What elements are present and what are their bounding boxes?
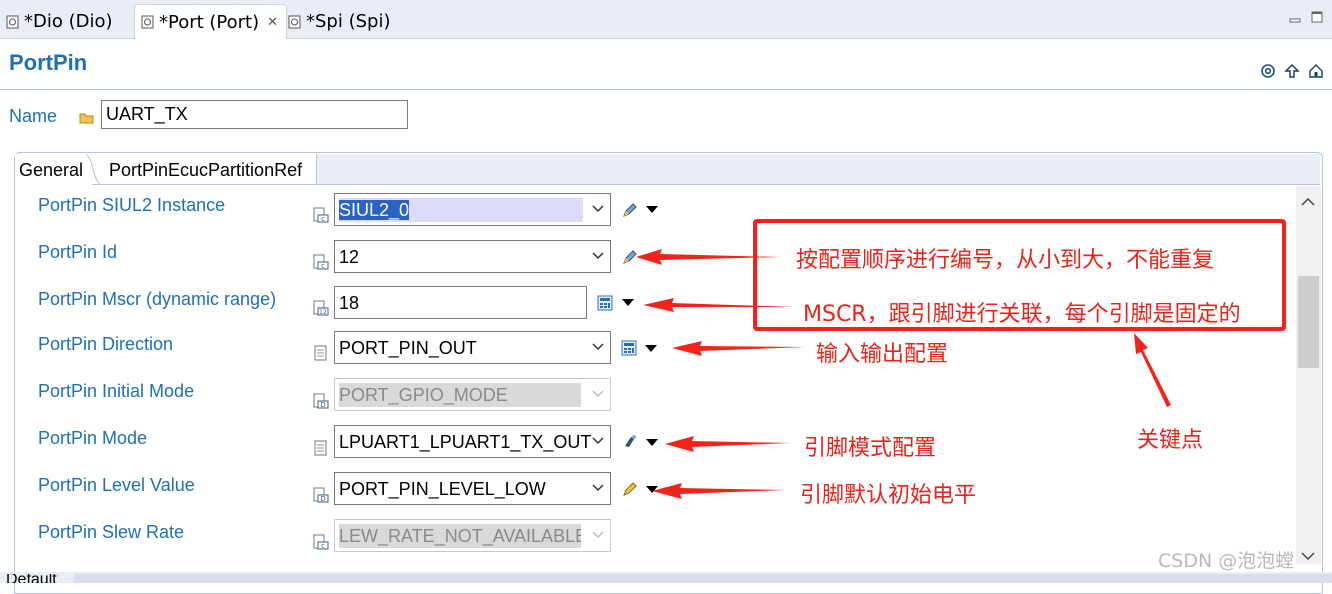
edit-pencil-icon[interactable]: [621, 201, 639, 219]
actions-dropdown-icon[interactable]: [645, 345, 657, 352]
svg-text:12: 12: [319, 309, 327, 316]
slew-rate-label: PortPin Slew Rate: [38, 522, 185, 542]
calculator-icon[interactable]: [620, 339, 638, 357]
level-value-label: PortPin Level Value: [38, 475, 195, 495]
level-value-dropdown[interactable]: PORT_PIN_LEVEL_LOW: [334, 472, 611, 505]
edit-pencil-icon[interactable]: [621, 480, 639, 498]
editor-tab-icon: [288, 15, 301, 28]
minimize-icon[interactable]: [1288, 10, 1302, 24]
actions-dropdown-icon[interactable]: [646, 486, 658, 493]
config-class-icon: c: [313, 534, 329, 550]
chevron-down-icon[interactable]: [592, 204, 604, 214]
config-number-icon: 12: [313, 300, 329, 316]
pin-id-label: PortPin Id: [38, 242, 118, 262]
annotation-direction: 输入输出配置: [816, 342, 949, 367]
editor-tab-spi[interactable]: *Spi (Spi): [282, 5, 390, 38]
direction-label: PortPin Direction: [38, 334, 174, 354]
editor-tab-icon: [141, 15, 154, 29]
actions-dropdown-icon[interactable]: [646, 206, 658, 213]
direction-dropdown[interactable]: PORT_PIN_OUT: [334, 331, 611, 364]
config-derived-icon: D: [313, 487, 329, 503]
up-arrow-icon[interactable]: [1284, 63, 1300, 79]
initial-mode-dropdown: PORT_GPIO_MODE: [334, 378, 611, 411]
home-icon[interactable]: [1308, 63, 1324, 79]
name-label: Name: [9, 106, 58, 126]
annotation-mscr: MSCR，跟引脚进行关联，每个引脚是固定的: [803, 302, 1241, 327]
mscr-field[interactable]: 18: [334, 286, 587, 319]
chevron-down-icon[interactable]: [592, 436, 604, 446]
chevron-down-icon[interactable]: [592, 483, 604, 493]
editor-tab-label: *Spi (Spi): [306, 11, 391, 32]
mode-label: PortPin Mode: [38, 428, 148, 448]
initial-mode-value: PORT_GPIO_MODE: [339, 383, 581, 407]
maximize-icon[interactable]: [1310, 10, 1324, 24]
bottom-tab-strip: [74, 574, 1332, 583]
siul2-instance-value: SIUL2_0: [339, 200, 410, 220]
editor-tab-icon: [6, 15, 19, 28]
chevron-down-icon: [592, 531, 604, 539]
level-value-value: PORT_PIN_LEVEL_LOW: [339, 479, 546, 499]
svg-text:c: c: [321, 215, 325, 223]
at-link-icon[interactable]: [1260, 63, 1276, 79]
editor-tab-port[interactable]: *Port (Port) ✕: [134, 4, 288, 39]
editor-tab-label: *Dio (Dio): [24, 11, 113, 32]
annotation-level: 引脚默认初始电平: [800, 483, 977, 508]
siul2-instance-label: PortPin SIUL2 Instance: [38, 195, 226, 215]
slew-rate-dropdown: LEW_RATE_NOT_AVAILABLE: [334, 519, 611, 552]
chevron-down-icon[interactable]: [592, 342, 604, 352]
slew-rate-value: LEW_RATE_NOT_AVAILABLE: [339, 524, 581, 548]
config-class-icon: c: [313, 207, 329, 223]
actions-dropdown-icon[interactable]: [646, 439, 658, 446]
initial-mode-label: PortPin Initial Mode: [38, 381, 195, 401]
mscr-value: 18: [339, 293, 360, 313]
scroll-down-icon[interactable]: [1300, 550, 1316, 562]
chevron-down-icon[interactable]: [592, 251, 604, 261]
scroll-up-icon[interactable]: [1300, 196, 1316, 208]
svg-text:D: D: [320, 401, 325, 409]
scrollbar-thumb[interactable]: [1298, 276, 1319, 368]
pin-id-dropdown[interactable]: 12: [334, 240, 611, 273]
siul2-instance-dropdown[interactable]: SIUL2_0: [334, 193, 611, 226]
vertical-scrollbar[interactable]: [1296, 186, 1321, 564]
watermark: CSDN @泡泡螳: [1158, 550, 1295, 572]
bottom-tab-default[interactable]: Default: [6, 574, 57, 583]
tab-divider: [86, 154, 100, 184]
calculator-icon[interactable]: [596, 294, 614, 312]
svg-text:D: D: [320, 495, 325, 503]
annotation-mode: 引脚模式配置: [804, 436, 937, 461]
config-derived-icon: D: [313, 393, 329, 409]
tab-partition-ref-label: PortPinEcucPartitionRef: [109, 160, 303, 180]
annotation-id: 按配置顺序进行编号，从小到大，不能重复: [796, 248, 1215, 273]
svg-text:c: c: [321, 262, 325, 270]
page-title: PortPin: [9, 50, 88, 75]
title-separator: [0, 89, 1332, 90]
open-folder-icon: [79, 113, 94, 124]
name-field[interactable]: UART_TX: [101, 100, 408, 129]
actions-dropdown-icon[interactable]: [622, 299, 634, 306]
annotation-key-point: 关键点: [1137, 428, 1204, 453]
mode-dropdown[interactable]: LPUART1_LPUART1_TX_OUT: [334, 425, 611, 458]
svg-text:c: c: [321, 542, 325, 550]
link-icon[interactable]: [621, 433, 639, 451]
mode-value: LPUART1_LPUART1_TX_OUT: [339, 432, 592, 452]
tab-general-label: General: [19, 160, 84, 180]
config-enum-icon: [314, 440, 327, 456]
config-class-icon: c: [313, 254, 329, 270]
editor-tab-dio[interactable]: *Dio (Dio): [0, 5, 113, 38]
edit-pencil-icon[interactable]: [621, 248, 639, 266]
editor-tab-label: *Port (Port): [159, 11, 260, 33]
mscr-label: PortPin Mscr (dynamic range): [38, 289, 277, 309]
chevron-down-icon: [592, 390, 604, 398]
direction-value: PORT_PIN_OUT: [339, 338, 477, 358]
pin-id-value: 12: [339, 247, 360, 267]
close-icon[interactable]: ✕: [267, 15, 278, 30]
config-enum-icon: [314, 345, 327, 361]
